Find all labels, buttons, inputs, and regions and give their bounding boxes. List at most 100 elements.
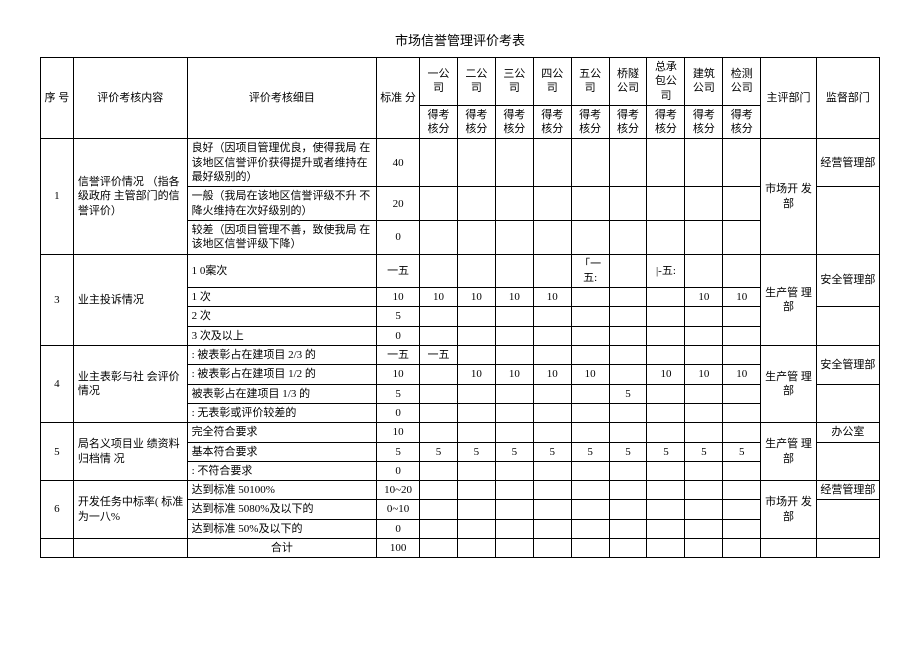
cell-detail: 基本符合要求 [187,442,377,461]
cell-std: 40 [377,139,420,187]
cell-num: 1 [41,139,74,254]
cell-detail: 1 次 [187,288,377,307]
cell-std: 5 [377,307,420,326]
cell-super: 经营管理部 [816,481,879,500]
cell-std: 10 [377,288,420,307]
cell-val: 10 [533,365,571,384]
h-co-5: 五公 司 [571,58,609,106]
cell-num: 3 [41,254,74,345]
cell-detail: 一般（我局在该地区信誉评级不升 不降火维持在次好级别的） [187,187,377,221]
cell-std: 0 [377,220,420,254]
h-co-9: 检测 公司 [723,58,761,106]
cell-val: 5 [420,442,458,461]
cell-val: 10 [457,365,495,384]
cell-detail: 被表彰占在建项目 1/3 的 [187,384,377,403]
cell-dept: 生产管 理部 [761,254,817,345]
cell-std: 5 [377,442,420,461]
cell-val: 5 [723,442,761,461]
h-score: 得考核分 [723,105,761,139]
cell-std: 0 [377,461,420,480]
h-score: 得考核分 [495,105,533,139]
h-co-2: 二公司 [457,58,495,106]
cell-detail: 达到标准 50100% [187,481,377,500]
h-score: 得考核分 [533,105,571,139]
cell-std: 一五 [377,254,420,288]
table-row: 3 业主投诉情况 1 0案次 一五 「一五: |-五: 生产管 理部 安全管理部 [41,254,880,288]
cell-val: 「一五: [571,254,609,288]
cell-val: 10 [457,288,495,307]
cell-detail: 2 次 [187,307,377,326]
table-row: 5 局名义项目业 绩资料归档情 况 完全符合要求 10 生产管 理部 办公室 [41,423,880,442]
cell-val: 5 [609,442,647,461]
total-row: 合计 100 [41,539,880,558]
cell-detail: 完全符合要求 [187,423,377,442]
cell-std: 5 [377,384,420,403]
cell-val: 一五 [420,346,458,365]
h-dept: 主评部门 [761,58,817,139]
cell-std: 10~20 [377,481,420,500]
cell-super: 经营管理部 [816,139,879,187]
cell-detail: 3 次及以上 [187,326,377,345]
h-score: 得考核分 [420,105,458,139]
cell-std: 10 [377,365,420,384]
cell-super: 安全管理部 [816,346,879,385]
cell-val: 10 [420,288,458,307]
total-value: 100 [377,539,420,558]
h-co-3: 三公司 [495,58,533,106]
cell-dept: 市场开 发部 [761,139,817,254]
cell-std: 0 [377,519,420,538]
cell-dept: 生产管 理部 [761,423,817,481]
cell-val: 10 [723,365,761,384]
cell-std: 10 [377,423,420,442]
cell-val: 10 [495,365,533,384]
cell-detail: 达到标准 5080%及以下的 [187,500,377,519]
cell-super: 办公室 [816,423,879,442]
h-score: 得考核分 [609,105,647,139]
table-row: 4 业主表彰与社 会评价情况 : 被表彰占在建项目 2/3 的 一五 一五 生产… [41,346,880,365]
cell-val: 10 [571,365,609,384]
h-score: 得考核分 [647,105,685,139]
h-co-8: 建筑公司 [685,58,723,106]
cell-num: 5 [41,423,74,481]
cell-std: 0 [377,403,420,422]
cell-detail: : 被表彰占在建项目 2/3 的 [187,346,377,365]
cell-val: 5 [609,384,647,403]
cell-std: 0~10 [377,500,420,519]
h-super: 监督部门 [816,58,879,139]
cell-detail: : 不符合要求 [187,461,377,480]
h-score: 得考核分 [571,105,609,139]
h-co-7: 总承 包公 司 [647,58,685,106]
cell-val: 10 [685,288,723,307]
cell-content: 开发任务中标率( 标准为一八% [73,481,187,539]
cell-val: 10 [495,288,533,307]
h-co-6: 桥隧 公司 [609,58,647,106]
cell-super: 安全管理部 [816,254,879,307]
cell-std: 一五 [377,346,420,365]
eval-table: 序 号 评价考核内容 评价考核细目 标准 分 一公司 二公司 三公司 四公 司 … [40,57,880,558]
header-row-1: 序 号 评价考核内容 评价考核细目 标准 分 一公司 二公司 三公司 四公 司 … [41,58,880,106]
total-label: 合计 [187,539,377,558]
h-co-1: 一公司 [420,58,458,106]
cell-dept: 生产管 理部 [761,346,817,423]
h-score: 得考核分 [457,105,495,139]
cell-val: 10 [723,288,761,307]
cell-content: 信誉评价情况 （指各级政府 主管部门的信 誉评价） [73,139,187,254]
cell-detail: 达到标准 50%及以下的 [187,519,377,538]
cell-dept: 市场开 发部 [761,481,817,539]
cell-num: 4 [41,346,74,423]
cell-content: 业主投诉情况 [73,254,187,345]
cell-val: 10 [647,365,685,384]
h-co-4: 四公 司 [533,58,571,106]
cell-val: |-五: [647,254,685,288]
cell-std: 0 [377,326,420,345]
cell-num: 6 [41,481,74,539]
cell-detail: : 被表彰占在建项目 1/2 的 [187,365,377,384]
cell-std: 20 [377,187,420,221]
cell-val: 10 [685,365,723,384]
cell-content: 业主表彰与社 会评价情况 [73,346,187,423]
cell-detail: 较差（因项目管理不善，致使我局 在该地区信誉评级下降） [187,220,377,254]
cell-val: 5 [495,442,533,461]
cell-detail: 1 0案次 [187,254,377,288]
cell-detail: : 无表彰或评价较差的 [187,403,377,422]
cell-val: 5 [533,442,571,461]
